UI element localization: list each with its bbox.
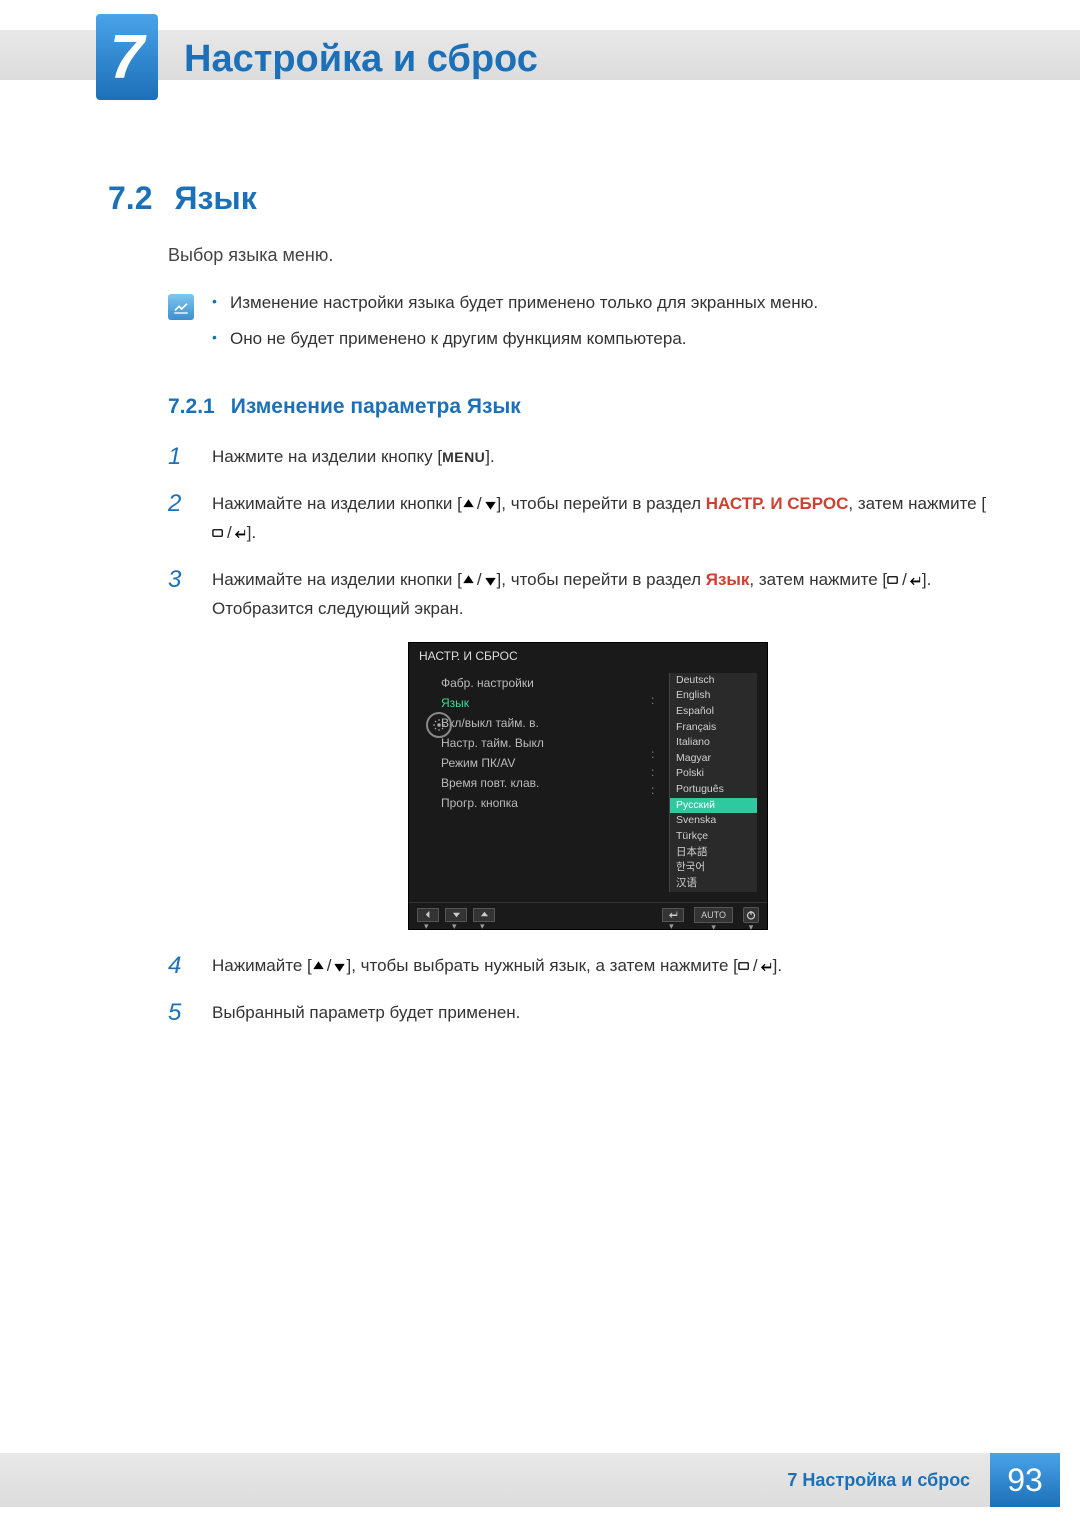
step-text: Нажимайте на изделии кнопки [: [212, 570, 462, 589]
page-number: 93: [990, 1453, 1060, 1507]
osd-language-list: DeutschEnglishEspañolFrançaisItalianoMag…: [669, 673, 757, 892]
osd-colon-column: ::::: [651, 673, 659, 892]
step-body: Выбранный параметр будет применен.: [212, 999, 990, 1028]
section-number: 7.2: [108, 180, 152, 217]
step-text: Нажимайте на изделии кнопки [: [212, 494, 462, 513]
step-5: 5 Выбранный параметр будет применен.: [168, 999, 990, 1028]
osd-language-item: Polski: [670, 766, 757, 782]
osd-up-icon: [473, 908, 495, 922]
osd-menu-item: Прогр. кнопка: [419, 793, 641, 813]
osd-power-icon: [743, 907, 759, 923]
menu-label: MENU: [442, 449, 485, 465]
menu-path: Язык: [706, 570, 750, 589]
osd-menu-list: Фабр. настройкиЯзыкВкл/выкл тайм. в.Наст…: [419, 673, 641, 892]
osd-menu-item: Режим ПК/AV: [419, 753, 641, 773]
step-number: 2: [168, 490, 194, 518]
step-text: Нажимайте [: [212, 956, 312, 975]
step-text: ], чтобы перейти в раздел: [497, 494, 706, 513]
osd-down-icon: [445, 908, 467, 922]
step-2: 2 Нажимайте на изделии кнопки [ / ], что…: [168, 490, 990, 548]
step-text: ].: [773, 956, 782, 975]
up-down-icon: /: [462, 490, 497, 519]
osd-menu-item: Фабр. настройки: [419, 673, 641, 693]
note-icon: [168, 294, 194, 320]
osd-language-item: 日本語: [670, 845, 757, 861]
osd-language-item: Magyar: [670, 751, 757, 767]
header-stripe: [0, 30, 1080, 80]
step-list: 1 Нажмите на изделии кнопку [MENU]. 2 На…: [168, 443, 990, 1027]
step-text: ].: [485, 447, 494, 466]
menu-path: НАСТР. И СБРОС: [706, 494, 849, 513]
osd-auto-button: AUTO: [694, 907, 733, 923]
source-enter-icon: /: [212, 519, 247, 548]
step-text: , затем нажмите [: [749, 570, 887, 589]
step-3: 3 Нажимайте на изделии кнопки [ / ], что…: [168, 566, 990, 624]
step-4: 4 Нажимайте [ / ], чтобы выбрать нужный …: [168, 952, 990, 981]
osd-back-icon: [417, 908, 439, 922]
osd-language-item: Español: [670, 704, 757, 720]
chapter-title: Настройка и сброс: [184, 38, 538, 81]
note-item: Изменение настройки языка будет применен…: [212, 290, 990, 316]
section-intro: Выбор языка меню.: [168, 245, 990, 266]
section-title: Язык: [174, 180, 256, 217]
source-enter-icon: /: [738, 952, 773, 981]
osd-language-item: Français: [670, 720, 757, 736]
subsection-title: Изменение параметра Язык: [231, 395, 521, 419]
osd-language-item: 한국어: [670, 860, 757, 876]
osd-language-item: Русский: [670, 798, 757, 814]
osd-screenshot: НАСТР. И СБРОС Фабр. настройкиЯзыкВкл/вы…: [408, 642, 990, 930]
up-down-icon: /: [462, 566, 497, 595]
step-number: 3: [168, 566, 194, 594]
osd-menu-item: Настр. тайм. Выкл: [419, 733, 641, 753]
step-body: Нажимайте на изделии кнопки [ / ], чтобы…: [212, 490, 990, 548]
subsection-heading: 7.2.1 Изменение параметра Язык: [168, 395, 990, 419]
source-enter-icon: /: [887, 566, 922, 595]
osd-language-item: Türkçe: [670, 829, 757, 845]
osd-menu-item: Вкл/выкл тайм. в.: [419, 713, 641, 733]
subsection-number: 7.2.1: [168, 395, 215, 419]
note-block: Изменение настройки языка будет применен…: [168, 290, 990, 361]
osd-language-item: 汉语: [670, 876, 757, 892]
step-number: 1: [168, 443, 194, 471]
step-text: ], чтобы выбрать нужный язык, а затем на…: [346, 956, 737, 975]
osd-language-item: Deutsch: [670, 673, 757, 689]
step-body: Нажимайте [ / ], чтобы выбрать нужный яз…: [212, 952, 990, 981]
up-down-icon: /: [312, 952, 347, 981]
osd-enter-icon: [662, 908, 684, 922]
footer-chapter-label: 7 Настройка и сброс: [787, 1470, 970, 1491]
step-number: 5: [168, 999, 194, 1027]
page-footer: 7 Настройка и сброс 93: [0, 1453, 1080, 1507]
step-body: Нажмите на изделии кнопку [MENU].: [212, 443, 990, 472]
osd-menu-item: Язык: [419, 693, 641, 713]
page-content: 7.2 Язык Выбор языка меню. Изменение нас…: [108, 180, 990, 1045]
step-number: 4: [168, 952, 194, 980]
gear-icon: [426, 712, 452, 738]
osd-title: НАСТР. И СБРОС: [409, 643, 767, 667]
osd-language-item: Português: [670, 782, 757, 798]
chapter-number: 7: [110, 22, 144, 93]
osd-language-item: Svenska: [670, 813, 757, 829]
step-text: , затем нажмите [: [848, 494, 986, 513]
osd-footer: AUTO: [409, 902, 767, 929]
osd-language-item: English: [670, 688, 757, 704]
osd-menu-item: Время повт. клав.: [419, 773, 641, 793]
note-item: Оно не будет применено к другим функциям…: [212, 326, 990, 352]
note-list: Изменение настройки языка будет применен…: [212, 290, 990, 361]
step-text: ].: [247, 523, 256, 542]
step-text: Нажмите на изделии кнопку [: [212, 447, 442, 466]
footer-stripe: 7 Настройка и сброс: [0, 1453, 990, 1507]
step-1: 1 Нажмите на изделии кнопку [MENU].: [168, 443, 990, 472]
section-heading: 7.2 Язык: [108, 180, 990, 217]
step-text: ], чтобы перейти в раздел: [497, 570, 706, 589]
step-body: Нажимайте на изделии кнопки [ / ], чтобы…: [212, 566, 990, 624]
chapter-number-tab: 7: [96, 14, 158, 100]
osd-language-item: Italiano: [670, 735, 757, 751]
